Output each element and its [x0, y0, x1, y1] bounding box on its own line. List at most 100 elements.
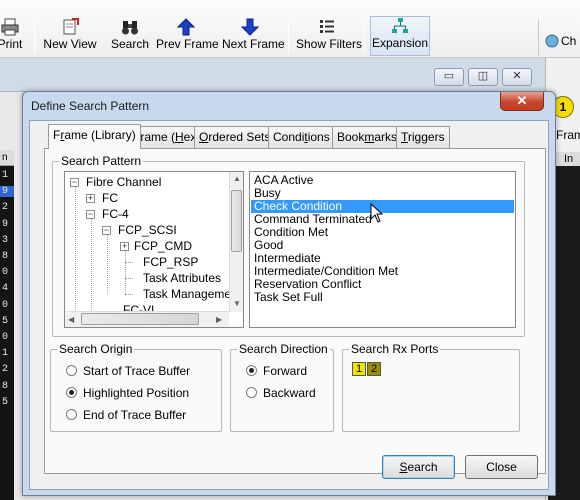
next-frame-button[interactable]: Next Frame — [222, 18, 285, 58]
down-arrow-icon — [241, 18, 259, 36]
line-number: 9 — [2, 218, 9, 230]
up-arrow-icon — [177, 18, 195, 36]
tree-node-label: FCP_CMD — [134, 239, 193, 253]
toolbar-separator — [34, 20, 35, 54]
scroll-thumb[interactable] — [231, 190, 242, 252]
search-toolbar-label: Search — [110, 37, 150, 51]
minimize-button[interactable]: ▭ — [434, 68, 464, 86]
line-number: 8 — [2, 380, 9, 392]
background-window-controls: ▭ ◫ ✕ — [434, 68, 534, 88]
line-number: 5 — [2, 396, 9, 408]
scroll-up-icon[interactable]: ▲ — [233, 174, 241, 183]
filter-list-icon — [320, 20, 334, 33]
search-origin-label: Search Origin — [57, 342, 135, 356]
tab-triggers[interactable]: Triggers — [396, 126, 450, 148]
list-item[interactable]: Task Set Full — [254, 291, 323, 304]
tab-conditions[interactable]: Conditions — [268, 126, 335, 148]
prev-frame-button[interactable]: Prev Frame — [156, 18, 219, 58]
chart-toolbar-button[interactable]: Ch — [538, 20, 580, 56]
radio-label: Forward — [263, 364, 308, 378]
expansion-tree-icon — [392, 18, 408, 33]
line-number: 0 — [2, 267, 9, 279]
search-toolbar-button[interactable]: Search — [110, 18, 150, 58]
print-icon — [1, 18, 19, 36]
main-toolbar: Print New View Search Prev Frame Next Fr… — [0, 0, 580, 58]
line-number: 4 — [2, 283, 9, 295]
expansion-button[interactable]: Expansion — [370, 16, 430, 56]
close-icon: ✕ — [512, 70, 522, 82]
scroll-down-icon[interactable]: ▼ — [233, 299, 241, 308]
condition-list[interactable]: ACA Active Busy Check Condition Command … — [249, 171, 516, 328]
tree-vertical-scrollbar[interactable]: ▲ ▼ — [229, 172, 243, 312]
scroll-right-icon[interactable]: ▶ — [216, 315, 222, 324]
toolbar-separator — [364, 20, 365, 54]
tab-frame-library[interactable]: Frame (Library) — [48, 124, 141, 149]
line-number: 0 — [2, 299, 9, 311]
tree-node-label: FCP_SCSI — [118, 223, 177, 237]
radio-label: Highlighted Position — [83, 386, 190, 400]
tab-label: Frame (Library) — [53, 128, 136, 142]
scroll-thumb[interactable] — [81, 313, 199, 325]
collapse-icon[interactable]: − — [102, 226, 111, 235]
tab-label: Bookmarks — [337, 130, 398, 144]
radio-label: Start of Trace Buffer — [83, 364, 191, 378]
line-number: 5 — [2, 315, 9, 327]
radio-backward[interactable] — [246, 387, 257, 398]
binoculars-icon — [122, 21, 138, 35]
new-view-label: New View — [43, 37, 97, 51]
left-column-header: n — [0, 150, 14, 166]
print-button[interactable]: Print — [0, 18, 24, 58]
tree-node-task-management[interactable]: Task Managemer — [143, 287, 235, 301]
tree-guide — [125, 278, 133, 279]
dialog-title: Define Search Pattern — [31, 99, 150, 113]
tree-horizontal-scrollbar[interactable]: ◀ ▶ — [65, 311, 229, 327]
prev-frame-label: Prev Frame — [156, 37, 219, 51]
radio-end-of-trace-buffer[interactable] — [66, 409, 77, 420]
line-number: 1 — [2, 170, 9, 181]
line-number: 1 — [2, 348, 9, 360]
restore-button[interactable]: ◫ — [468, 68, 498, 86]
tree-node-fcp-rsp[interactable]: FCP_RSP — [143, 255, 198, 269]
tree-node-label: FC — [102, 191, 118, 205]
radio-highlighted-position[interactable] — [66, 387, 77, 398]
mouse-cursor-icon — [370, 203, 384, 223]
tree-node-label: Task Managemer — [143, 287, 236, 301]
next-frame-label: Next Frame — [222, 37, 285, 51]
collapse-icon[interactable]: − — [70, 178, 79, 187]
expand-icon[interactable]: + — [86, 194, 95, 203]
dialog-close-button[interactable]: ✕ — [500, 92, 544, 111]
line-number: 8 — [2, 251, 9, 262]
protocol-tree[interactable]: − Fibre Channel + FC − FC-4 − FCP_SCSI +… — [64, 171, 244, 328]
search-rx-ports-label: Search Rx Ports — [349, 342, 441, 356]
close-icon: ✕ — [516, 93, 528, 108]
show-filters-label: Show Filters — [296, 37, 363, 51]
tab-bookmarks[interactable]: Bookmarks — [332, 126, 403, 148]
rx-port-1-toggle[interactable]: 1 — [352, 362, 366, 376]
tree-guide — [75, 184, 76, 324]
collapse-icon[interactable]: − — [86, 210, 95, 219]
tab-label: Conditions — [273, 130, 330, 144]
new-view-button[interactable]: New View — [42, 18, 98, 58]
restore-icon: ◫ — [477, 70, 489, 82]
radio-start-of-trace-buffer[interactable] — [66, 365, 77, 376]
minimize-icon: ▭ — [443, 70, 455, 82]
tree-node-task-attributes[interactable]: Task Attributes — [143, 271, 221, 285]
search-button-label: Search — [399, 460, 438, 474]
search-button[interactable]: Search — [382, 455, 455, 479]
search-direction-label: Search Direction — [237, 342, 330, 356]
show-filters-button[interactable]: Show Filters — [296, 18, 363, 58]
rx-port-2-toggle[interactable]: 2 — [367, 362, 381, 376]
tab-label: Triggers — [401, 130, 445, 144]
scroll-left-icon[interactable]: ◀ — [68, 315, 74, 324]
line-number: 3 — [2, 234, 9, 246]
tree-node-label: Task Attributes — [143, 271, 222, 285]
expand-icon[interactable]: + — [120, 242, 129, 251]
radio-forward[interactable] — [246, 365, 257, 376]
chart-toolbar-label: Ch — [561, 34, 577, 48]
background-close-button[interactable]: ✕ — [502, 68, 532, 86]
close-button[interactable]: Close — [465, 455, 538, 479]
radio-label: End of Trace Buffer — [83, 408, 187, 422]
print-label: Print — [0, 37, 23, 51]
tab-ordered-sets[interactable]: Ordered Sets — [194, 126, 276, 148]
radio-label: Backward — [263, 386, 316, 400]
